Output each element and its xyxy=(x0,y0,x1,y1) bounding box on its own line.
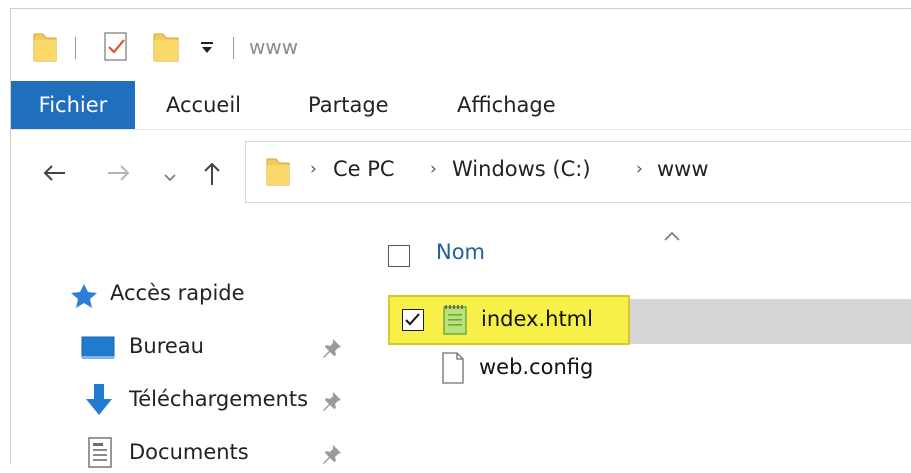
sidebar-item-documents[interactable]: Documents xyxy=(81,433,356,473)
folder-icon xyxy=(33,30,57,66)
properties-icon[interactable] xyxy=(103,30,129,66)
pin-icon[interactable] xyxy=(321,390,343,416)
table-row[interactable]: web.config xyxy=(388,346,888,394)
folder-icon xyxy=(266,156,290,190)
row-selection-background xyxy=(627,299,911,344)
sidebar-item-label: Documents xyxy=(129,440,249,464)
tab-accueil[interactable]: Accueil xyxy=(166,81,241,129)
table-row[interactable]: index.html xyxy=(388,295,630,345)
breadcrumb-ce-pc[interactable]: Ce PC xyxy=(333,157,395,181)
tab-fichier[interactable]: Fichier xyxy=(11,81,135,129)
breadcrumb-separator-icon[interactable]: › xyxy=(430,159,437,179)
sidebar-item-label: Téléchargements xyxy=(129,387,309,411)
column-header-label: Nom xyxy=(436,240,486,264)
new-folder-icon[interactable] xyxy=(153,30,179,66)
select-all-checkbox[interactable] xyxy=(388,245,410,267)
sidebar-item-quick-access[interactable]: Accès rapide xyxy=(69,274,329,314)
desktop-icon xyxy=(81,335,115,365)
window-title: www xyxy=(249,35,299,59)
notepad-file-icon xyxy=(442,304,468,340)
navigation-bar: › Ce PC › Windows (C:) › www xyxy=(11,130,911,226)
file-explorer-window: www Fichier Accueil Partage Affichage › … xyxy=(10,8,911,468)
back-arrow-icon[interactable] xyxy=(41,163,67,187)
file-list: Nom index.html web.config xyxy=(359,226,911,464)
sidebar-item-label: Bureau xyxy=(129,334,204,358)
tab-partage[interactable]: Partage xyxy=(308,81,389,129)
breadcrumb-www[interactable]: www xyxy=(657,157,709,181)
title-bar: www xyxy=(11,9,911,81)
star-icon xyxy=(69,283,99,313)
file-name: index.html xyxy=(481,307,593,331)
ribbon-tabs: Fichier Accueil Partage Affichage xyxy=(11,81,911,130)
documents-icon xyxy=(87,437,113,473)
address-bar[interactable]: › Ce PC › Windows (C:) › www xyxy=(245,141,911,203)
column-header-name[interactable]: Nom xyxy=(359,226,911,286)
breadcrumb-windows-c[interactable]: Windows (C:) xyxy=(452,157,591,181)
file-name: web.config xyxy=(479,355,594,379)
recent-locations-chevron-icon[interactable] xyxy=(164,168,176,187)
breadcrumb-separator-icon[interactable]: › xyxy=(636,159,643,179)
up-arrow-icon[interactable] xyxy=(202,160,222,190)
customize-toolbar-icon[interactable] xyxy=(199,39,215,59)
pin-icon[interactable] xyxy=(321,337,343,363)
download-icon xyxy=(85,383,113,421)
sidebar-item-bureau[interactable]: Bureau xyxy=(81,327,356,367)
navigation-pane: Accès rapide Bureau Téléchargements Docu… xyxy=(11,226,359,468)
tab-affichage[interactable]: Affichage xyxy=(457,81,556,129)
sidebar-item-label: Accès rapide xyxy=(110,281,245,305)
blank-file-icon xyxy=(441,352,465,388)
row-checkbox[interactable] xyxy=(402,309,424,331)
pin-icon[interactable] xyxy=(321,443,343,469)
breadcrumb-separator-icon[interactable]: › xyxy=(310,159,317,179)
sidebar-item-telechargements[interactable]: Téléchargements xyxy=(81,380,356,420)
forward-arrow-icon[interactable] xyxy=(106,163,132,187)
